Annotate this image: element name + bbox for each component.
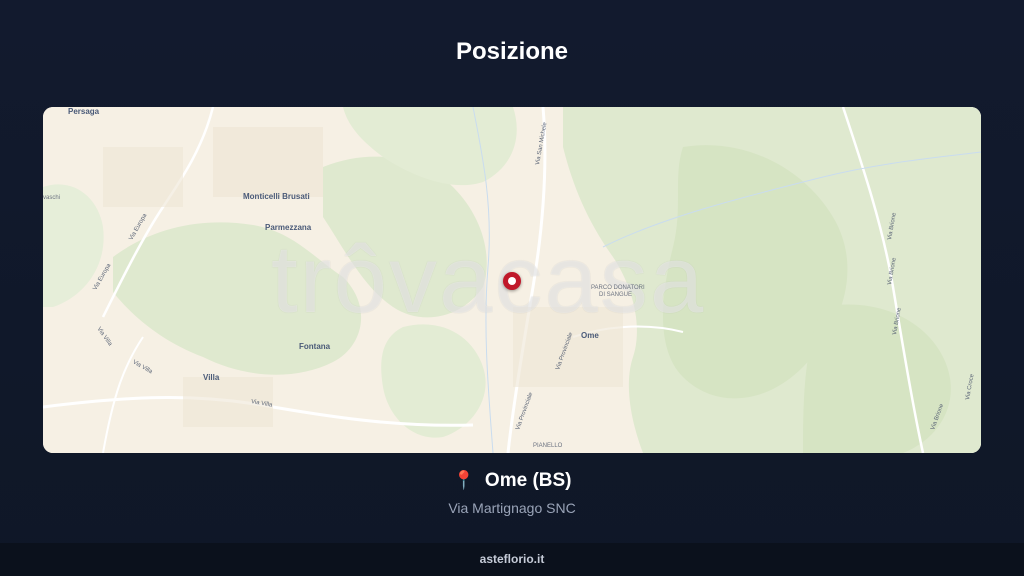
place-label-monticelli: Monticelli Brusati — [243, 192, 310, 201]
location-marker[interactable] — [503, 272, 521, 290]
watermark: trôvacasa — [271, 226, 706, 333]
map[interactable]: trôvacasa Persaga Monticelli Brusati Par… — [43, 107, 981, 453]
location-pin-icon: 📍 — [452, 470, 475, 490]
place-label-parco-2: DI SANGUE — [599, 292, 633, 298]
place-label-ome: Ome — [581, 331, 599, 340]
footer-brand[interactable]: asteflorio.it — [0, 543, 1024, 576]
place-label-fontana: Fontana — [299, 342, 331, 351]
place-label-vaschi: vaschi — [43, 195, 61, 201]
page-title: Posizione — [455, 38, 569, 65]
place-label-villa: Villa — [203, 373, 220, 382]
place-label-parco: PARCO DONATORI — [591, 285, 645, 291]
address: Via Martignago SNC — [448, 500, 576, 516]
location-heading: 📍 Ome (BS) — [0, 470, 1024, 492]
place-label-pianello: PIANELLO — [533, 443, 563, 449]
location-name: Ome (BS) — [484, 470, 572, 491]
place-label-parmezzana: Parmezzana — [265, 223, 312, 232]
place-label-persaga: Persaga — [68, 107, 100, 116]
